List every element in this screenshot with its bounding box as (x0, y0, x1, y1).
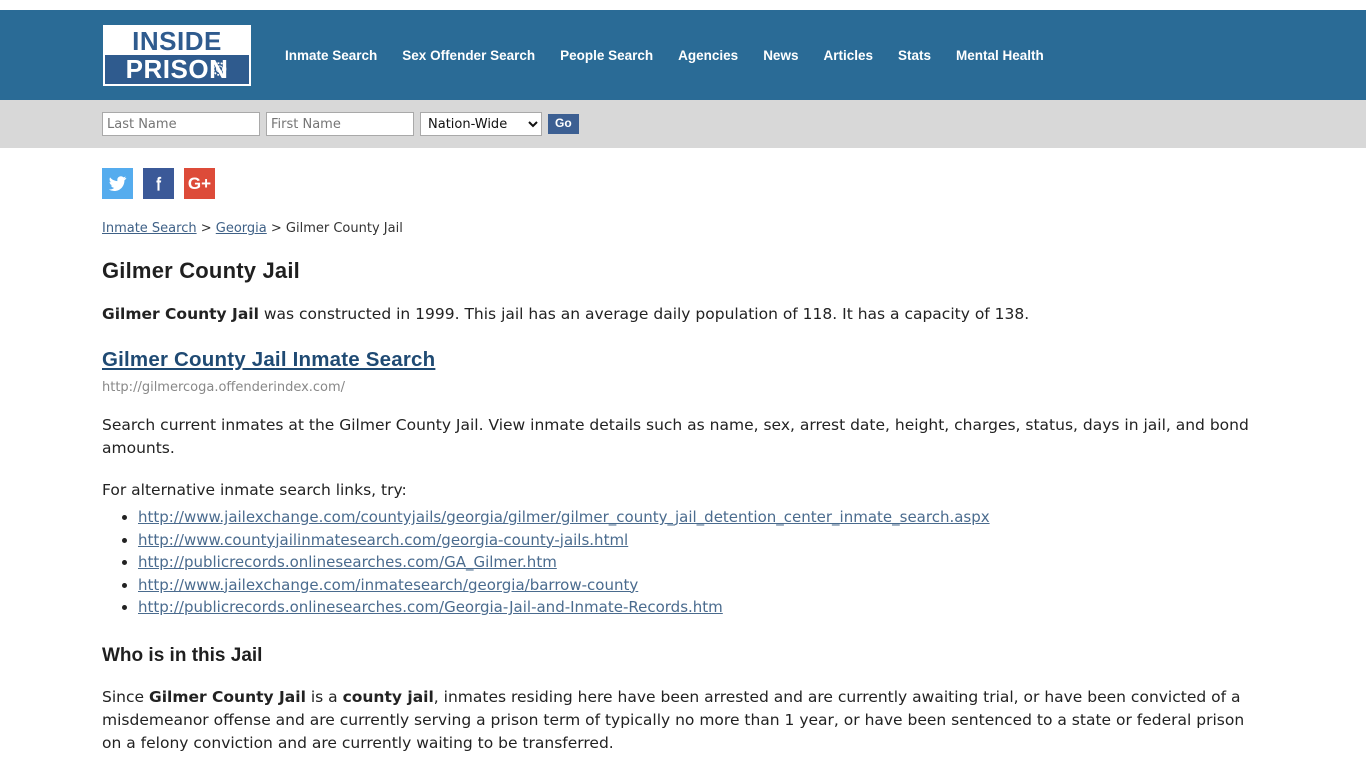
twitter-bird-icon (108, 176, 127, 192)
breadcrumb: Inmate Search > Georgia > Gilmer County … (102, 221, 1264, 236)
alt-link-5[interactable]: http://publicrecords.onlinesearches.com/… (138, 598, 723, 616)
nav-item-sex-offender-search[interactable]: Sex Offender Search (402, 48, 535, 63)
first-name-input[interactable] (266, 112, 414, 136)
nav-item-articles[interactable]: Articles (823, 48, 873, 63)
google-plus-glyph: G+ (187, 173, 212, 193)
who-is-in-this-jail-paragraph: Since Gilmer County Jail is a county jai… (102, 686, 1264, 755)
alt-link-2[interactable]: http://www.countyjailinmatesearch.com/ge… (138, 531, 628, 549)
who-part-1: Since (102, 687, 149, 706)
intro-paragraph: Gilmer County Jail was constructed in 19… (102, 303, 1264, 326)
list-item: http://publicrecords.onlinesearches.com/… (138, 551, 1264, 574)
page-title: Gilmer County Jail (102, 258, 300, 283)
site-header: INSIDE PRISON Inmate Search Sex Offender… (0, 10, 1366, 100)
main-navigation: Inmate Search Sex Offender Search People… (285, 48, 1044, 63)
breadcrumb-link-inmate-search[interactable]: Inmate Search (102, 221, 197, 236)
intro-jail-name: Gilmer County Jail (102, 305, 259, 323)
nav-item-mental-health[interactable]: Mental Health (956, 48, 1044, 63)
twitter-icon[interactable] (102, 168, 133, 199)
logo-text-inside: INSIDE (132, 25, 222, 56)
list-item: http://publicrecords.onlinesearches.com/… (138, 596, 1264, 619)
nav-item-news[interactable]: News (763, 48, 798, 63)
who-bold-jail-name: Gilmer County Jail (148, 687, 306, 706)
inmate-search-description: Search current inmates at the Gilmer Cou… (102, 416, 1249, 457)
nav-item-stats[interactable]: Stats (898, 48, 931, 63)
list-item: http://www.jailexchange.com/inmatesearch… (138, 574, 1264, 597)
go-button[interactable]: Go (548, 114, 579, 134)
gear-icon (212, 62, 227, 77)
nav-item-inmate-search[interactable]: Inmate Search (285, 48, 377, 63)
alt-link-4[interactable]: http://www.jailexchange.com/inmatesearch… (138, 576, 638, 594)
who-is-in-this-jail-heading: Who is in this Jail (102, 644, 263, 666)
inmate-search-url: http://gilmercoga.offenderindex.com/ (102, 380, 346, 395)
top-white-strip (0, 0, 1366, 10)
facebook-f-icon (156, 176, 162, 191)
alt-link-3[interactable]: http://publicrecords.onlinesearches.com/… (138, 553, 557, 571)
scope-select[interactable]: Nation-Wide (420, 112, 542, 136)
who-part-2: is a (305, 687, 343, 706)
intro-rest: was constructed in 1999. This jail has a… (258, 305, 1030, 323)
page-content: G+ Inmate Search > Georgia > Gilmer Coun… (0, 148, 1366, 768)
alt-link-1[interactable]: http://www.jailexchange.com/countyjails/… (138, 508, 990, 526)
logo-bottom-row: PRISON (105, 55, 249, 84)
breadcrumb-current: Gilmer County Jail (285, 221, 403, 236)
list-item: http://www.jailexchange.com/countyjails/… (138, 506, 1264, 529)
nav-item-agencies[interactable]: Agencies (678, 48, 738, 63)
list-item: http://www.countyjailinmatesearch.com/ge… (138, 529, 1264, 552)
alternative-links-list: http://www.jailexchange.com/countyjails/… (102, 506, 1264, 619)
facebook-icon[interactable] (143, 168, 174, 199)
social-share-row: G+ (102, 148, 1264, 199)
inmate-search-link[interactable]: Gilmer County Jail Inmate Search (102, 348, 435, 371)
quick-search-bar: Nation-Wide Go (0, 100, 1366, 148)
inmate-search-heading: Gilmer County Jail Inmate Search (102, 348, 1264, 372)
google-plus-icon[interactable]: G+ (184, 168, 215, 199)
breadcrumb-separator-2: > (266, 221, 286, 236)
who-bold-county-jail: county jail (342, 687, 434, 706)
breadcrumb-link-georgia[interactable]: Georgia (216, 221, 267, 236)
last-name-input[interactable] (102, 112, 260, 136)
nav-item-people-search[interactable]: People Search (560, 48, 653, 63)
site-logo[interactable]: INSIDE PRISON (102, 23, 252, 87)
logo-top-row: INSIDE (105, 25, 249, 56)
breadcrumb-separator-1: > (196, 221, 216, 236)
alt-links-intro: For alternative inmate search links, try… (102, 481, 407, 499)
